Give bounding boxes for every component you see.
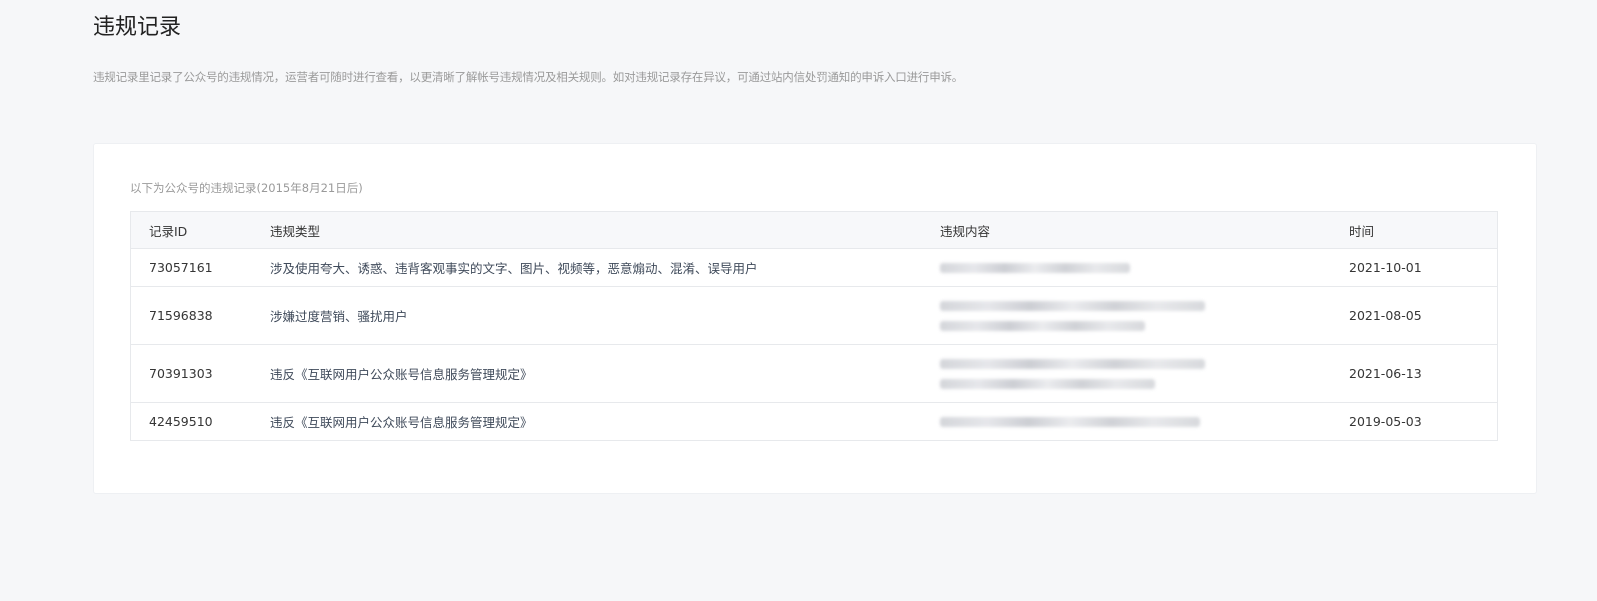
column-header-id: 记录ID <box>149 223 188 239</box>
violation-content-blurred <box>940 416 1349 427</box>
record-time: 2021-06-13 <box>1349 366 1422 381</box>
record-time: 2021-10-01 <box>1349 260 1422 275</box>
violation-type: 涉及使用夸大、诱惑、违背客观事实的文字、图片、视频等，恶意煽动、混淆、误导用户 <box>270 261 758 276</box>
page-title: 违规记录 <box>93 15 182 40</box>
record-id: 73057161 <box>149 260 213 275</box>
record-time: 2019-05-03 <box>1349 414 1422 429</box>
table-row: 70391303 违反《互联网用户公众账号信息服务管理规定》 2021-06-1… <box>131 345 1497 403</box>
table-header: 记录ID 违规类型 违规内容 时间 <box>131 212 1497 249</box>
table-row: 73057161 涉及使用夸大、诱惑、违背客观事实的文字、图片、视频等，恶意煽动… <box>131 249 1497 287</box>
violation-content-blurred <box>940 300 1349 331</box>
record-id: 70391303 <box>149 366 213 381</box>
records-caption: 以下为公众号的违规记录(2015年8月21日后) <box>130 181 363 195</box>
record-time: 2021-08-05 <box>1349 308 1422 323</box>
column-header-time: 时间 <box>1349 223 1375 239</box>
violation-records-table: 记录ID 违规类型 违规内容 时间 73057161 涉及使用夸大、诱惑、违背客… <box>130 211 1498 441</box>
violation-type: 违反《互联网用户公众账号信息服务管理规定》 <box>270 415 533 430</box>
record-id: 42459510 <box>149 414 213 429</box>
page-description: 违规记录里记录了公众号的违规情况，运营者可随时进行查看，以更清晰了解帐号违规情况… <box>93 70 964 84</box>
violation-content-blurred <box>940 262 1349 273</box>
violation-type: 涉嫌过度营销、骚扰用户 <box>270 309 408 324</box>
table-row: 71596838 涉嫌过度营销、骚扰用户 2021-08-05 <box>131 287 1497 345</box>
violation-records-card: 以下为公众号的违规记录(2015年8月21日后) 记录ID 违规类型 违规内容 … <box>94 144 1536 493</box>
violation-content-blurred <box>940 358 1349 389</box>
record-id: 71596838 <box>149 308 213 323</box>
violation-type: 违反《互联网用户公众账号信息服务管理规定》 <box>270 367 533 382</box>
column-header-content: 违规内容 <box>940 223 991 239</box>
column-header-type: 违规类型 <box>270 223 321 239</box>
table-row: 42459510 违反《互联网用户公众账号信息服务管理规定》 2019-05-0… <box>131 403 1497 440</box>
